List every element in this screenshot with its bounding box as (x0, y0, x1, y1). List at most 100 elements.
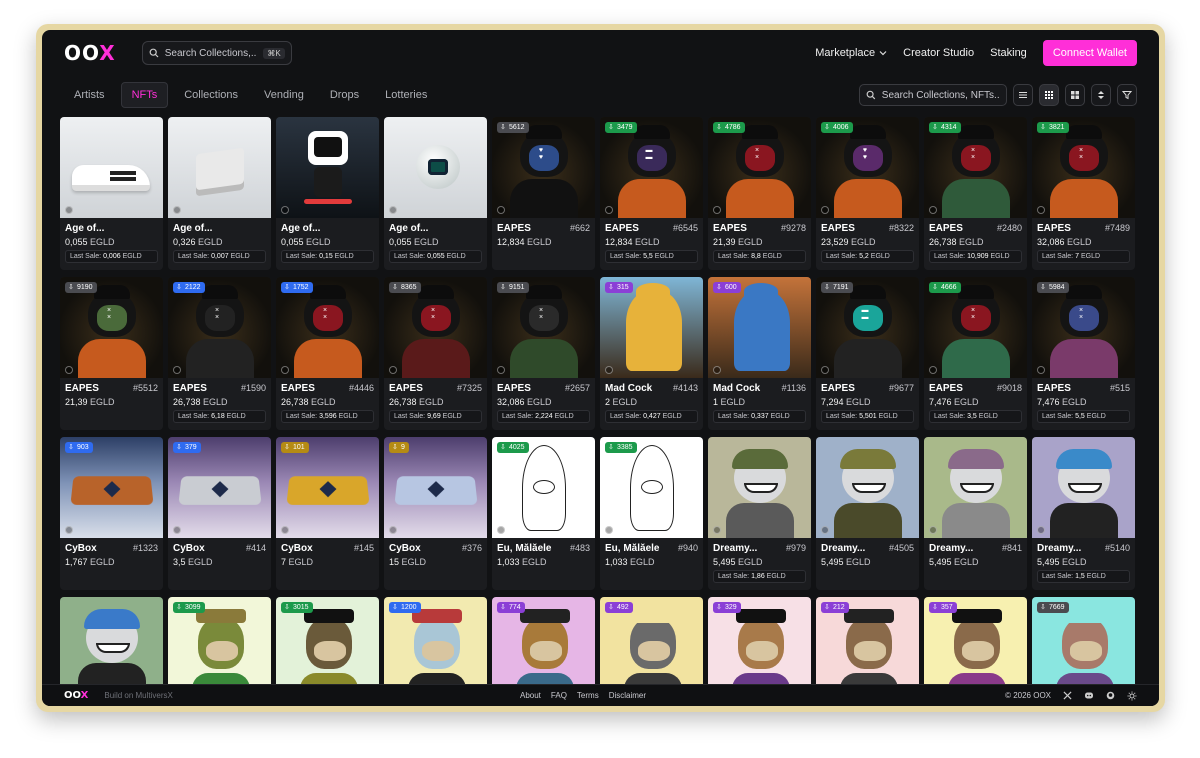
nft-card[interactable]: Dreamy... #979 5,495 EGLD Last Sale: 1,86 E… (708, 437, 811, 590)
x-twitter-icon[interactable] (1063, 691, 1072, 700)
nft-image[interactable]: 774 (492, 597, 595, 698)
nft-card[interactable]: 600Mad Cock#11361 EGLDLast Sale: 0,337 E… (708, 277, 811, 430)
nft-card[interactable]: × × 9190 EAPES #5512 21,39 EGLD (60, 277, 163, 430)
footer-logo[interactable]: OOX (64, 690, 88, 701)
nav-staking[interactable]: Staking (990, 47, 1027, 59)
small-grid-view-button[interactable] (1039, 84, 1059, 106)
nft-card[interactable]: × ×4314EAPES#248026,738 EGLDLast Sale: 1… (924, 117, 1027, 270)
tab-lotteries[interactable]: Lotteries (375, 83, 437, 107)
nft-image[interactable]: × × 5984 (1032, 277, 1135, 378)
nft-image[interactable]: × × 9190 (60, 277, 163, 378)
nft-image[interactable]: 101 (276, 437, 379, 538)
nft-card[interactable]: 379 CyBox #414 3,5 EGLD (168, 437, 271, 590)
nft-image[interactable]: ♥ ♥ 5612 (492, 117, 595, 218)
nav-creator-studio[interactable]: Creator Studio (903, 47, 974, 59)
nft-image[interactable]: 492 (600, 597, 703, 698)
nft-image[interactable]: ▬ ▬ 3479 (600, 117, 703, 218)
logo[interactable]: OOX (64, 41, 116, 65)
nft-card[interactable]: × ×9151EAPES#265732,086 EGLDLast Sale: 2… (492, 277, 595, 430)
filter-search-input[interactable]: Search Collections, NFTs... (859, 84, 1007, 106)
list-view-button[interactable] (1013, 84, 1033, 106)
nft-card[interactable]: × ×2122EAPES#159026,738 EGLDLast Sale: 6… (168, 277, 271, 430)
nft-image[interactable]: 329 (708, 597, 811, 698)
nft-card[interactable]: × ×4786EAPES#927821,39 EGLDLast Sale: 8,… (708, 117, 811, 270)
nft-image[interactable]: 3385 (600, 437, 703, 538)
nft-image[interactable]: 9 (384, 437, 487, 538)
nft-image[interactable]: 600 (708, 277, 811, 378)
nft-image[interactable] (1032, 437, 1135, 538)
nft-image[interactable]: × × 4314 (924, 117, 1027, 218)
nft-image[interactable]: × × 4786 (708, 117, 811, 218)
nft-image[interactable]: 903 (60, 437, 163, 538)
nft-card[interactable]: 315Mad Cock#41432 EGLDLast Sale: 0,427 E… (600, 277, 703, 430)
footer-link-terms[interactable]: Terms (577, 691, 599, 700)
nft-image[interactable]: 3015 (276, 597, 379, 698)
sort-button[interactable] (1091, 84, 1111, 106)
tab-nfts[interactable]: NFTs (120, 82, 169, 108)
nft-image[interactable]: 1200 (384, 597, 487, 698)
nft-image[interactable] (924, 437, 1027, 538)
large-grid-view-button[interactable] (1065, 84, 1085, 106)
nft-card[interactable]: Age of... 0,055 EGLD Last Sale: 0,006 EGLD (60, 117, 163, 270)
nft-card[interactable]: × ×3821EAPES#748932,086 EGLDLast Sale: 7… (1032, 117, 1135, 270)
nft-image[interactable]: 4025 (492, 437, 595, 538)
footer-link-faq[interactable]: FAQ (551, 691, 567, 700)
nft-image[interactable] (708, 437, 811, 538)
nft-card[interactable]: ♥ ♥ 5612 EAPES #662 12,834 EGLD (492, 117, 595, 270)
nft-image[interactable]: × × 4666 (924, 277, 1027, 378)
nft-card[interactable]: Dreamy... #5140 5,495 EGLD Last Sale: 1,5 E… (1032, 437, 1135, 590)
top-bar: OOX Search Collections,... ⌘K Marketplac… (42, 30, 1159, 76)
connect-wallet-button[interactable]: Connect Wallet (1042, 40, 1137, 66)
footer-link-about[interactable]: About (520, 691, 541, 700)
nft-image[interactable]: × × 3821 (1032, 117, 1135, 218)
nft-image[interactable]: 379 (168, 437, 271, 538)
nft-card[interactable]: ▬ ▬7191EAPES#96777,294 EGLDLast Sale: 5,… (816, 277, 919, 430)
nft-image[interactable]: 7669 (1032, 597, 1135, 698)
nft-card[interactable]: 101 CyBox #145 7 EGLD (276, 437, 379, 590)
nav-marketplace[interactable]: Marketplace (815, 47, 887, 59)
nft-image[interactable] (168, 117, 271, 218)
global-search-input[interactable]: Search Collections,... ⌘K (141, 41, 292, 65)
nft-card[interactable]: 4025 Eu, Mălăele #483 1,033 EGLD (492, 437, 595, 590)
bayc-hat-art (952, 609, 1002, 623)
nft-card[interactable]: 3385 Eu, Mălăele #940 1,033 EGLD (600, 437, 703, 590)
nft-card[interactable]: × ×8365EAPES#732526,738 EGLDLast Sale: 9… (384, 277, 487, 430)
nft-card[interactable]: × ×5984EAPES#5157,476 EGLDLast Sale: 5,5… (1032, 277, 1135, 430)
nft-card[interactable]: Age of... 0,326 EGLD Last Sale: 0,007 EGLD (168, 117, 271, 270)
nft-image[interactable]: × × 9151 (492, 277, 595, 378)
nft-image[interactable]: 357 (924, 597, 1027, 698)
nft-image[interactable]: 212 (816, 597, 919, 698)
nft-card[interactable]: 903 CyBox #1323 1,767 EGLD (60, 437, 163, 590)
nft-card[interactable]: × ×1752EAPES#444626,738 EGLDLast Sale: 3… (276, 277, 379, 430)
tab-vending[interactable]: Vending (254, 83, 314, 107)
nft-image[interactable]: ▬ ▬ 7191 (816, 277, 919, 378)
tab-drops[interactable]: Drops (320, 83, 369, 107)
nft-card[interactable]: Dreamy... #4505 5,495 EGLD (816, 437, 919, 590)
dreamy-mouth-art (852, 483, 886, 493)
nft-image[interactable]: ♥ ♥ 4006 (816, 117, 919, 218)
nft-image[interactable] (60, 117, 163, 218)
nft-image[interactable] (60, 597, 163, 698)
nft-image[interactable]: × × 1752 (276, 277, 379, 378)
nft-image[interactable]: 3099 (168, 597, 271, 698)
tab-artists[interactable]: Artists (64, 83, 115, 107)
discord-icon[interactable] (1084, 691, 1094, 700)
github-icon[interactable] (1106, 691, 1115, 700)
tab-collections[interactable]: Collections (174, 83, 248, 107)
theme-toggle-icon[interactable] (1127, 691, 1137, 701)
nft-image[interactable] (384, 117, 487, 218)
nft-image[interactable] (276, 117, 379, 218)
nft-image[interactable]: × × 8365 (384, 277, 487, 378)
nft-card[interactable]: Age of... 0,055 EGLD Last Sale: 0,15 EGLD (276, 117, 379, 270)
nft-card[interactable]: ▬ ▬3479EAPES#654512,834 EGLDLast Sale: 5… (600, 117, 703, 270)
nft-card[interactable]: Age of... 0,055 EGLD Last Sale: 0,055 EGLD (384, 117, 487, 270)
nft-card[interactable]: 9 CyBox #376 15 EGLD (384, 437, 487, 590)
nft-card[interactable]: × ×4666EAPES#90187,476 EGLDLast Sale: 3,… (924, 277, 1027, 430)
nft-image[interactable] (816, 437, 919, 538)
nft-image[interactable]: 315 (600, 277, 703, 378)
footer-link-disclaimer[interactable]: Disclaimer (609, 691, 646, 700)
nft-card[interactable]: Dreamy... #841 5,495 EGLD (924, 437, 1027, 590)
nft-card[interactable]: ♥ ♥4006EAPES#832223,529 EGLDLast Sale: 5… (816, 117, 919, 270)
filter-button[interactable] (1117, 84, 1137, 106)
nft-image[interactable]: × × 2122 (168, 277, 271, 378)
